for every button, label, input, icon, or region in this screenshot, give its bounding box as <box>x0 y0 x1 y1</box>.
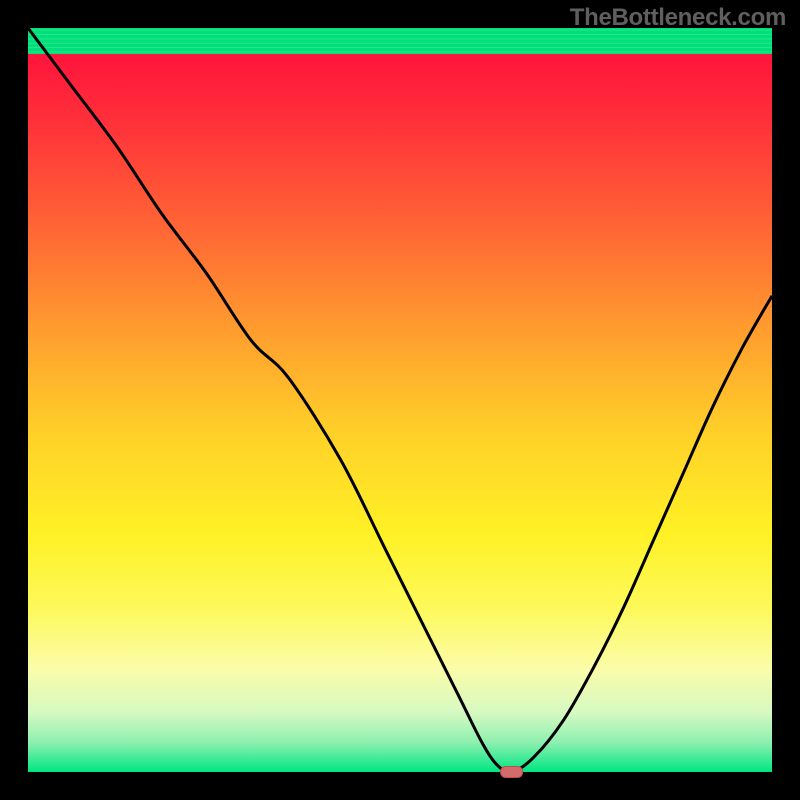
bottleneck-chart-svg <box>0 0 800 800</box>
chart-container: TheBottleneck.com <box>0 0 800 800</box>
watermark-label: TheBottleneck.com <box>570 4 786 32</box>
plot-area <box>28 28 772 772</box>
optimal-point-marker <box>501 767 523 778</box>
